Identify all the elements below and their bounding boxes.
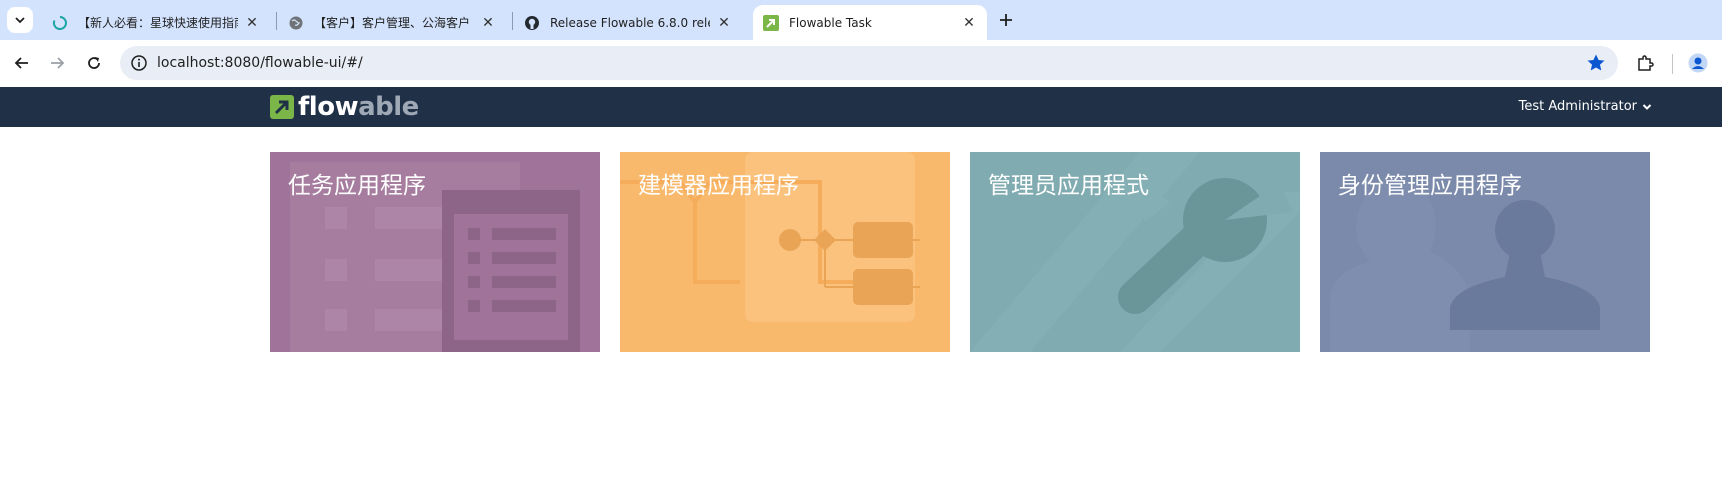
tile-task-app[interactable]: 任务应用程序 (270, 152, 600, 352)
user-name: Test Administrator (1518, 99, 1637, 114)
tab-divider (276, 12, 277, 30)
browser-tab-2[interactable]: 【客户】客户管理、公海客户 ✕ (278, 5, 506, 40)
tab-search-button[interactable] (7, 7, 33, 33)
close-icon[interactable]: ✕ (961, 15, 977, 31)
close-icon[interactable]: ✕ (244, 15, 260, 31)
avatar-icon (1688, 53, 1708, 73)
tile-title: 管理员应用程式 (988, 173, 1149, 199)
close-icon[interactable]: ✕ (716, 15, 732, 31)
forward-button[interactable] (45, 51, 69, 75)
app-header: flowable Test Administrator (0, 87, 1722, 127)
chevron-down-icon (15, 17, 25, 24)
loading-icon (52, 15, 68, 31)
site-info-icon[interactable] (130, 54, 148, 72)
tab-title: 【新人必看：星球快速使用指南 (78, 16, 238, 30)
plus-icon (1000, 14, 1012, 26)
github-icon (524, 15, 540, 31)
tile-modeler-app[interactable]: 建模器应用程序 (620, 152, 950, 352)
logo-wordmark: flowable (298, 92, 419, 122)
url-text: localhost:8080/flowable-ui/#/ (157, 55, 363, 71)
tab-title: 【客户】客户管理、公海客户 (314, 16, 471, 30)
close-icon[interactable]: ✕ (480, 15, 496, 31)
tab-title: Release Flowable 6.8.0 releas (550, 15, 710, 30)
arrow-left-icon (14, 57, 28, 69)
chevron-down-icon (1642, 104, 1652, 110)
reload-button[interactable] (82, 51, 106, 75)
tile-admin-app[interactable]: 管理员应用程式 (970, 152, 1300, 352)
address-bar[interactable]: localhost:8080/flowable-ui/#/ (120, 46, 1618, 80)
user-menu[interactable]: Test Administrator (1519, 87, 1652, 127)
browser-toolbar: localhost:8080/flowable-ui/#/ (0, 40, 1722, 87)
arrow-right-icon (51, 57, 65, 69)
logo-text-accent: able (358, 92, 419, 122)
flowable-logo[interactable]: flowable (270, 92, 419, 122)
globe-icon (288, 15, 304, 31)
toolbar-divider (1672, 54, 1673, 74)
browser-tab-strip: 【新人必看：星球快速使用指南 ✕ 【客户】客户管理、公海客户 ✕ Release… (0, 0, 1722, 40)
reload-icon (88, 57, 100, 69)
puzzle-icon (1638, 55, 1654, 71)
tab-title: Flowable Task (789, 15, 872, 30)
browser-tab-3[interactable]: Release Flowable 6.8.0 releas ✕ (514, 5, 742, 40)
flowable-icon (763, 14, 779, 31)
flowable-logo-icon (270, 95, 294, 119)
tile-title: 身份管理应用程序 (1338, 173, 1522, 199)
browser-tab-4[interactable]: Flowable Task ✕ (753, 5, 987, 40)
profile-button[interactable] (1686, 51, 1710, 75)
logo-text-main: flow (298, 92, 359, 122)
tile-title: 任务应用程序 (288, 173, 426, 199)
extensions-button[interactable] (1633, 51, 1657, 75)
tile-identity-app[interactable]: 身份管理应用程序 (1320, 152, 1650, 352)
tab-divider (512, 12, 513, 30)
back-button[interactable] (10, 51, 34, 75)
bookmark-star-icon[interactable] (1586, 53, 1606, 73)
tile-title: 建模器应用程序 (638, 173, 799, 199)
new-tab-button[interactable] (994, 8, 1018, 32)
browser-tab-1[interactable]: 【新人必看：星球快速使用指南 ✕ (42, 5, 270, 40)
